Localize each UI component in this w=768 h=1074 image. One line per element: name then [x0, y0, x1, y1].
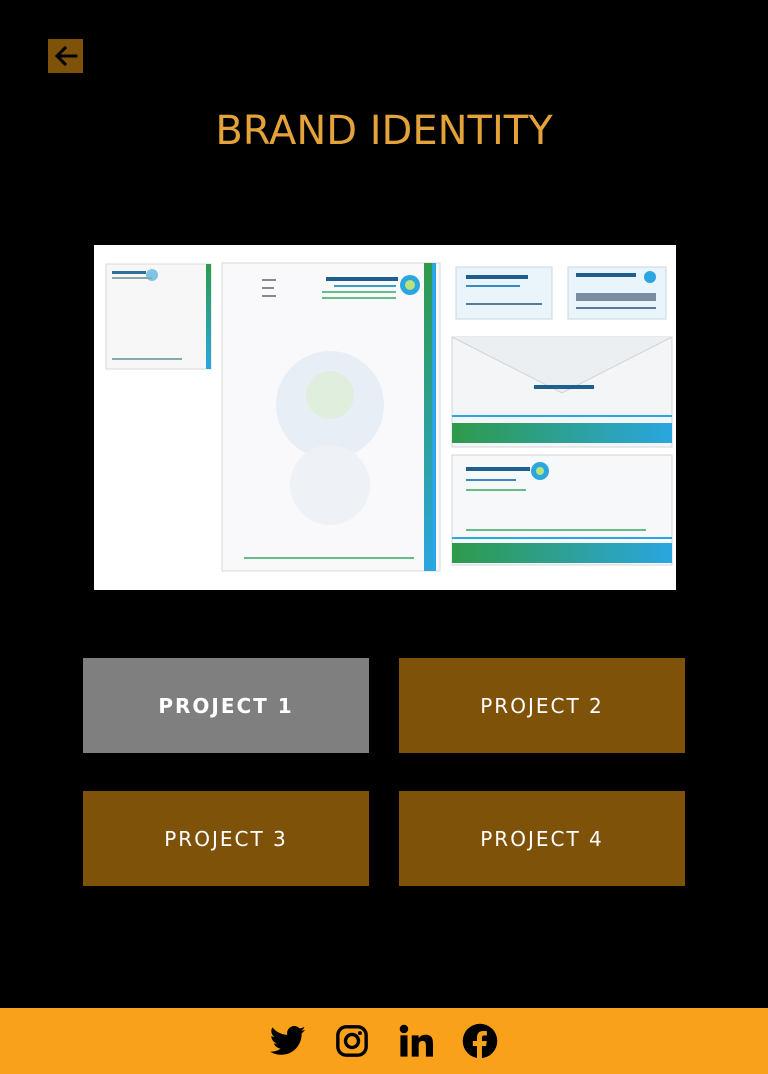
twitter-link[interactable] [268, 1021, 308, 1061]
instagram-link[interactable] [332, 1021, 372, 1061]
back-button[interactable] [48, 39, 83, 73]
project-2-label: PROJECT 2 [480, 693, 604, 718]
instagram-icon [336, 1025, 368, 1057]
project-4-label: PROJECT 4 [480, 826, 604, 851]
project-4-button[interactable]: PROJECT 4 [399, 791, 685, 886]
project-1-button[interactable]: PROJECT 1 [83, 658, 369, 753]
facebook-link[interactable] [460, 1021, 500, 1061]
facebook-icon [462, 1023, 498, 1059]
project-2-button[interactable]: PROJECT 2 [399, 658, 685, 753]
twitter-icon [270, 1026, 306, 1055]
linkedin-link[interactable] [396, 1021, 436, 1061]
project-3-button[interactable]: PROJECT 3 [83, 791, 369, 886]
project-3-label: PROJECT 3 [164, 826, 288, 851]
hero-image [94, 245, 676, 590]
stationery-mockup [94, 245, 676, 590]
project-1-label: PROJECT 1 [158, 693, 294, 718]
footer [0, 1008, 768, 1074]
arrow-left-icon [54, 45, 77, 67]
linkedin-icon [399, 1024, 433, 1057]
page-title: BRAND IDENTITY [215, 108, 553, 154]
